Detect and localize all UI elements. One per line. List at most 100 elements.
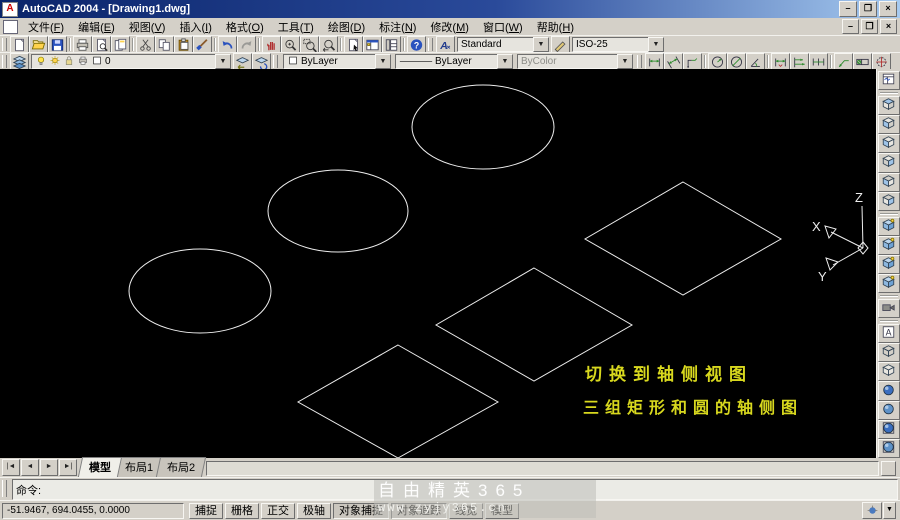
plot-style-combo[interactable]: ByColor▼ — [517, 54, 633, 69]
text-style-button[interactable]: A — [436, 36, 455, 53]
status-toggle-2[interactable]: 栅格 — [225, 503, 259, 519]
window-close-button[interactable]: × — [879, 1, 897, 17]
dim-aligned-button[interactable] — [664, 53, 683, 70]
doc-minimize-button[interactable]: – — [842, 19, 859, 34]
layer-states-button[interactable] — [252, 53, 271, 70]
undo-button[interactable] — [218, 36, 237, 53]
rectangle-shape-4[interactable] — [585, 182, 781, 295]
redo-button[interactable] — [237, 36, 256, 53]
communication-center-icon[interactable] — [862, 502, 882, 519]
view-front-button[interactable] — [878, 173, 900, 192]
shade-hidden-button[interactable] — [878, 362, 900, 381]
window-minimize-button[interactable]: – — [839, 1, 857, 17]
horizontal-scrollbar[interactable] — [206, 461, 879, 476]
dim-angular-button[interactable] — [746, 53, 765, 70]
dim-radius-button[interactable] — [708, 53, 727, 70]
toolbar-grip[interactable] — [2, 38, 7, 51]
dim-linear-button[interactable] — [645, 53, 664, 70]
publish-button[interactable] — [111, 36, 130, 53]
dim-style-pen-button[interactable] — [551, 36, 570, 53]
dim-quick-button[interactable] — [771, 53, 790, 70]
zoom-window-button[interactable] — [300, 36, 319, 53]
match-properties-button[interactable] — [193, 36, 212, 53]
window-restore-button[interactable]: ❐ — [859, 1, 877, 17]
menu-item-3[interactable]: 视图(V) — [122, 17, 173, 37]
circle-shape-3[interactable] — [129, 249, 271, 333]
status-toggle-1[interactable]: 捕捉 — [189, 503, 223, 519]
dim-tolerance-button[interactable] — [853, 53, 872, 70]
tab-model[interactable]: 模型 — [78, 457, 122, 477]
menu-item-6[interactable]: 工具(T) — [271, 17, 321, 37]
dim-style-combo-dropdown-button[interactable]: ▼ — [648, 37, 664, 52]
last-tab-button[interactable]: ►| — [59, 459, 77, 476]
view-se-iso-button[interactable] — [878, 236, 900, 255]
toolbar-grip[interactable] — [273, 55, 278, 68]
view-back-button[interactable] — [878, 192, 900, 211]
status-toggle-3[interactable]: 正交 — [261, 503, 295, 519]
menu-item-7[interactable]: 绘图(D) — [321, 17, 372, 37]
cut-button[interactable] — [136, 36, 155, 53]
view-top-button[interactable] — [878, 96, 900, 115]
layer-combo-dropdown-button[interactable]: ▼ — [215, 54, 231, 69]
view-right-button[interactable] — [878, 153, 900, 172]
toolbar-grip[interactable] — [2, 55, 7, 68]
shade-gouraud-edges-button[interactable] — [878, 439, 900, 458]
dim-center-button[interactable] — [872, 53, 891, 70]
help-button[interactable]: ? — [407, 36, 426, 53]
layer-previous-button[interactable] — [233, 53, 252, 70]
status-toggle-4[interactable]: 极轴 — [297, 503, 331, 519]
linetype-combo[interactable]: ByLayer▼ — [395, 54, 513, 69]
toolbar-grip[interactable] — [637, 55, 642, 68]
menu-item-9[interactable]: 修改(M) — [423, 17, 476, 37]
view-left-button[interactable] — [878, 134, 900, 153]
linetype-combo-dropdown-button[interactable]: ▼ — [497, 54, 513, 69]
view-ne-iso-button[interactable] — [878, 255, 900, 274]
shade-flat-button[interactable] — [878, 381, 900, 400]
document-icon[interactable] — [3, 20, 18, 34]
dim-ordinate-button[interactable] — [683, 53, 702, 70]
dim-continue-button[interactable] — [809, 53, 828, 70]
scrollbar-end-button[interactable] — [881, 461, 896, 476]
menu-item-1[interactable]: 文件(F) — [21, 17, 71, 37]
layer-combo[interactable]: 0▼ — [31, 54, 231, 69]
save-button[interactable] — [48, 36, 67, 53]
paste-button[interactable] — [174, 36, 193, 53]
doc-close-button[interactable]: × — [880, 19, 897, 34]
plot-preview-button[interactable] — [92, 36, 111, 53]
properties-button[interactable] — [344, 36, 363, 53]
view-sw-iso-button[interactable] — [878, 217, 900, 236]
color-combo[interactable]: ByLayer▼ — [283, 54, 391, 69]
menu-item-11[interactable]: 帮助(H) — [530, 17, 581, 37]
dim-diameter-button[interactable] — [727, 53, 746, 70]
pan-button[interactable] — [262, 36, 281, 53]
camera-button[interactable] — [878, 299, 900, 318]
first-tab-button[interactable]: |◄ — [2, 459, 20, 476]
tab-layout2[interactable]: 布局2 — [156, 457, 206, 477]
doc-restore-button[interactable]: ❐ — [861, 19, 878, 34]
command-grip[interactable] — [2, 480, 7, 497]
open-button[interactable] — [29, 36, 48, 53]
dim-style-combo[interactable]: ISO-25▼ — [572, 37, 664, 52]
next-tab-button[interactable]: ► — [40, 459, 58, 476]
shade-3d-wireframe-button[interactable] — [878, 343, 900, 362]
tray-dropdown-button[interactable]: ▼ — [883, 502, 896, 519]
zoom-realtime-button[interactable] — [281, 36, 300, 53]
circle-shape-2[interactable] — [268, 170, 408, 252]
prev-tab-button[interactable]: ◄ — [21, 459, 39, 476]
view-nw-iso-button[interactable] — [878, 274, 900, 293]
dim-baseline-button[interactable] — [790, 53, 809, 70]
circle-shape-1[interactable] — [412, 85, 554, 169]
new-button[interactable] — [10, 36, 29, 53]
copy-button[interactable] — [155, 36, 174, 53]
layer-manager-button[interactable] — [10, 53, 29, 70]
text-style-combo-dropdown-button[interactable]: ▼ — [533, 37, 549, 52]
drawing-canvas[interactable]: XYZ 切换到轴侧视图 三组矩形和圆的轴侧图 — [0, 69, 876, 458]
toolbar-grip[interactable] — [428, 38, 433, 51]
plot-style-combo-dropdown-button[interactable]: ▼ — [617, 54, 633, 69]
named-views-button[interactable] — [878, 71, 900, 90]
shade-gouraud-button[interactable] — [878, 401, 900, 420]
menu-item-5[interactable]: 格式(O) — [219, 17, 271, 37]
menu-item-10[interactable]: 窗口(W) — [476, 17, 530, 37]
menu-item-4[interactable]: 插入(I) — [172, 17, 218, 37]
shade-flat-edges-button[interactable] — [878, 420, 900, 439]
